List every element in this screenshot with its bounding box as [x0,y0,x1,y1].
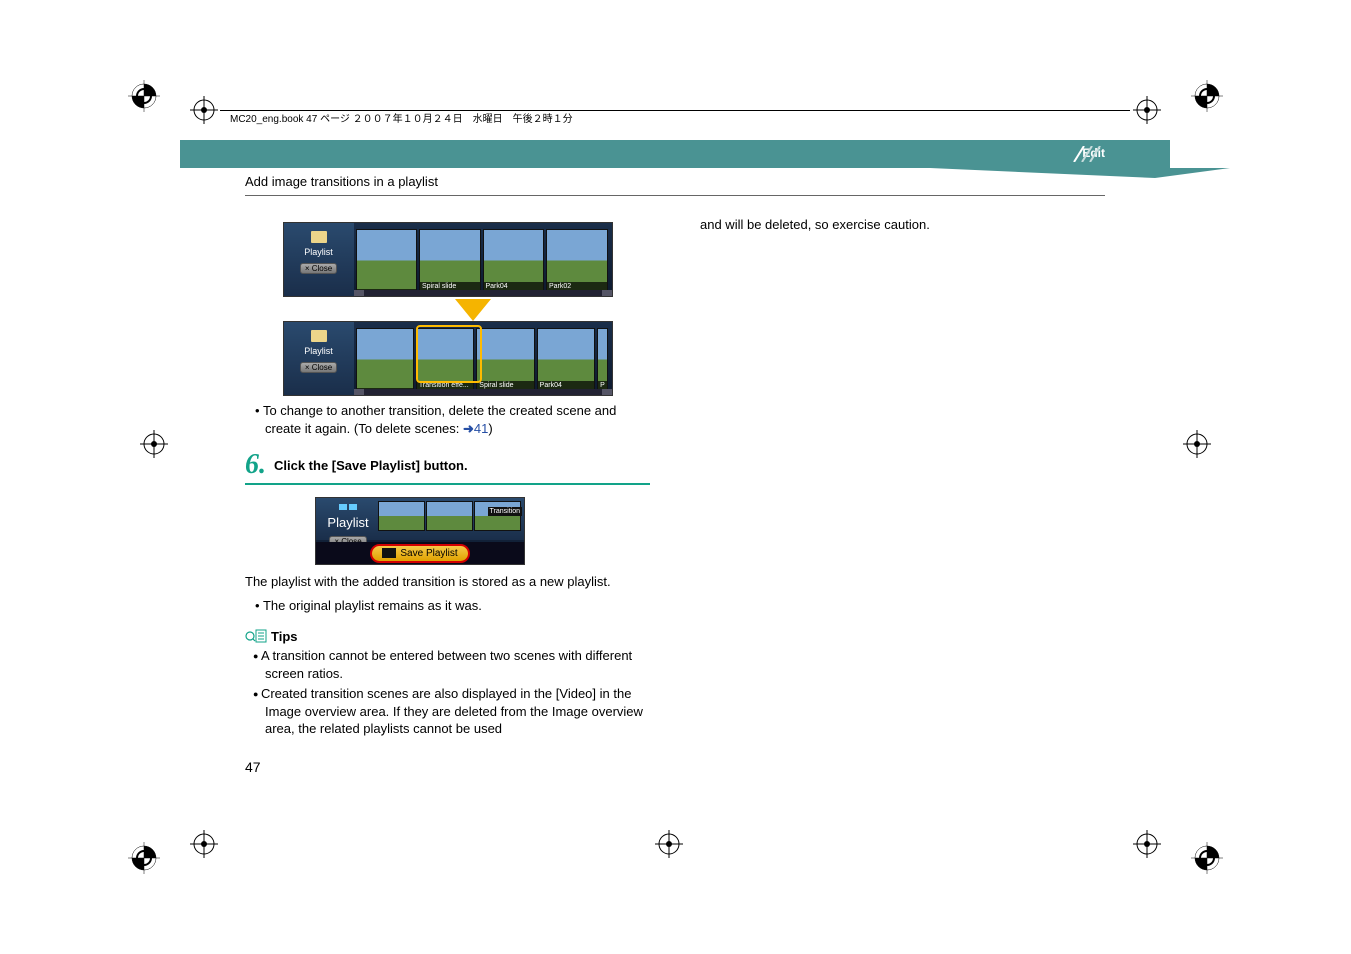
playlist-label: Playlist [284,247,354,257]
playlist-icon [339,502,357,512]
crosshair-icon [140,430,168,458]
save-playlist-button: Save Playlist [370,544,469,563]
crosshair-icon [1183,430,1211,458]
playlist-label: Playlist [320,515,376,530]
left-column: Playlist × Close Spiral slide Park04 Par… [245,216,650,741]
save-icon [382,548,396,558]
arrow-down-icon [455,299,491,321]
thumb-4: Park02 [546,229,608,292]
thumb-1 [356,328,414,391]
thumbnail-strip [378,501,521,531]
thumbnail-strip: Transition effe... Spiral slide Park04 P [356,328,608,391]
playlist-icon [311,231,327,243]
tip-2: Created transition scenes are also displ… [253,685,650,738]
thumb-3: Park04 [483,229,545,292]
thumb [378,501,425,531]
playlist-label: Playlist [284,346,354,356]
thumb [426,501,473,531]
save-playlist-screenshot: Playlist × Close Transition Save Playlis… [315,497,525,565]
playlist-sidebar: Playlist × Close [284,223,354,296]
step-6-heading: 6. Click the [Save Playlist] button. [245,449,650,481]
tips-label: Tips [271,629,298,644]
playlist-screenshot-before: Playlist × Close Spiral slide Park04 Par… [283,222,613,297]
note-tail: ) [488,421,492,436]
step-number: 6. [245,449,266,481]
save-result-text: The playlist with the added transition i… [245,573,650,591]
page-number: 47 [245,759,1170,775]
transition-label: Transition [488,507,522,516]
registration-mark-icon [1191,842,1223,874]
thumb-2: Transition effe... [416,328,474,391]
toolbar: Save Playlist [316,542,524,564]
thumb-2: Spiral slide [419,229,481,292]
thumb-4: Park04 [537,328,595,391]
playlist-sidebar: Playlist × Close [320,500,376,547]
header-decorative-triangle-icon [930,168,1230,208]
original-remains-note: • The original playlist remains as it wa… [255,597,650,615]
playlist-screenshot-after: Playlist × Close Transition effe... Spir… [283,321,613,396]
link-arrow-icon: ➜ [463,421,474,436]
print-header-text: MC20_eng.book 47 ページ ２００７年１０月２４日 水曜日 午後２… [230,110,573,125]
playlist-icon [311,330,327,342]
scrollbar [354,290,612,296]
save-playlist-label: Save Playlist [400,548,457,559]
thumb-1 [356,229,418,292]
page-content: MC20_eng.book 47 ページ ２００７年１０月２４日 水曜日 午後２… [180,80,1170,840]
page-ref-link[interactable]: 41 [474,421,488,436]
registration-mark-icon [1191,80,1223,112]
note-change-transition: • To change to another transition, delet… [255,402,650,437]
playlist-sidebar: Playlist × Close [284,322,354,395]
right-column: and will be deleted, so exercise caution… [700,216,1105,741]
thumb-3: Spiral slide [476,328,534,391]
scrollbar [354,389,612,395]
header-slash-icon [1066,146,1126,162]
thumb-5: P [597,328,607,391]
thumbnail-strip: Spiral slide Park04 Park02 [356,229,608,292]
tips-icon [245,628,267,644]
tip-continuation: and will be deleted, so exercise caution… [700,216,1105,234]
registration-mark-icon [128,842,160,874]
registration-mark-icon [128,80,160,112]
tip-1: A transition cannot be entered between t… [253,647,650,682]
close-button: × Close [300,362,337,373]
step-text: Click the [Save Playlist] button. [274,458,468,473]
close-button: × Close [300,263,337,274]
header-bar: Edit [180,140,1170,168]
thumb [474,501,521,531]
note-text: To change to another transition, delete … [263,403,616,436]
tips-heading: Tips [245,628,650,644]
step-underline [245,483,650,485]
